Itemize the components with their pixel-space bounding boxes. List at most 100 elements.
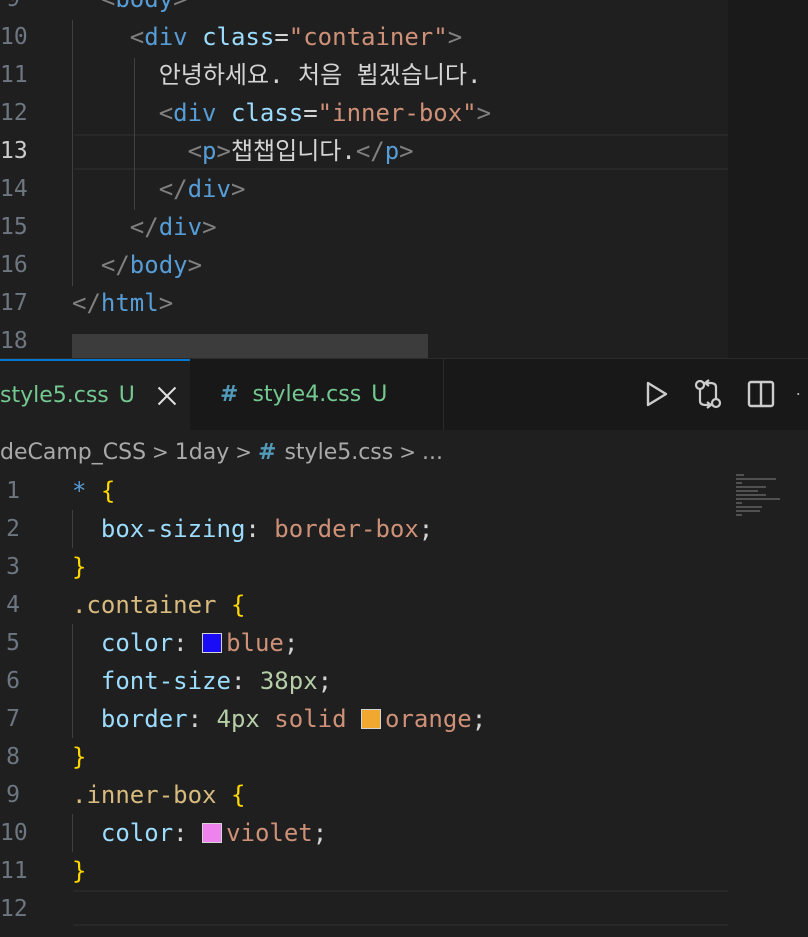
breadcrumb-folder[interactable]: 1day (175, 440, 229, 465)
chevron-right-icon: > (399, 440, 416, 464)
code-token: blue (226, 629, 284, 657)
code-token: </ (72, 213, 159, 241)
line-number: 2 (6, 516, 20, 542)
code-line[interactable]: <p>챕챕입니다.</p> (72, 132, 726, 170)
code-token: } (72, 553, 87, 581)
untracked-badge: U (118, 383, 135, 408)
code-token: { (230, 781, 246, 809)
code-token: { (230, 591, 246, 619)
chevron-right-icon: > (235, 440, 253, 464)
line-number: 13 (0, 138, 28, 164)
code-line[interactable]: </div> (72, 208, 726, 246)
color-swatch[interactable] (361, 709, 382, 729)
code-line[interactable]: <div class="container"> (72, 18, 726, 56)
code-token: </ (72, 175, 188, 203)
line-number: 12 (0, 100, 28, 126)
code-line[interactable]: box-sizing: border-box; (72, 510, 726, 548)
line-number: 16 (0, 252, 28, 278)
code-token: div (158, 213, 203, 241)
code-token: class (230, 99, 304, 127)
code-token: < (72, 99, 174, 127)
code-token: div (144, 23, 188, 51)
code-line[interactable]: </html> (72, 284, 726, 322)
line-number: 17 (0, 290, 28, 316)
breadcrumb-file[interactable]: style5.css (284, 440, 393, 465)
code-line[interactable] (72, 890, 726, 928)
breadcrumb-symbols[interactable]: ... (422, 440, 443, 465)
minimap-line (736, 478, 776, 480)
code-token: div (173, 99, 217, 127)
code-token: ; (283, 629, 299, 657)
code-line[interactable]: } (72, 548, 726, 586)
editor-tab-bar: style5.css U # style4.css U (0, 358, 808, 430)
code-line[interactable]: } (72, 738, 726, 776)
code-line[interactable]: <body> (72, 0, 726, 18)
code-token: > (187, 251, 203, 279)
color-swatch[interactable] (202, 823, 223, 843)
code-token: : (230, 667, 260, 695)
code-token: } (72, 743, 87, 771)
code-token: .container (72, 591, 231, 619)
code-line[interactable]: font-size: 38px; (72, 662, 726, 700)
code-line[interactable]: .inner-box { (72, 776, 726, 814)
code-token: body (115, 0, 173, 13)
minimap-line (736, 482, 742, 484)
code-line[interactable]: border: 4px solid orange; (72, 700, 726, 738)
code-token: = (274, 23, 289, 51)
code-token: < (72, 0, 115, 13)
html-editor-pane[interactable]: 9 <body>10 <div class="container">11 안녕하… (0, 0, 808, 358)
line-number: 6 (6, 668, 20, 694)
minimap[interactable] (728, 0, 808, 358)
code-token: > (447, 23, 463, 51)
code-line[interactable]: } (72, 852, 726, 890)
code-line[interactable]: 안녕하세요. 처음 뵙겠습니다. (72, 56, 726, 94)
line-number: 8 (6, 744, 20, 770)
more-actions-icon[interactable] (795, 377, 808, 411)
code-line[interactable]: </body> (72, 246, 726, 284)
code-token: : (245, 515, 275, 543)
line-number: 12 (0, 896, 28, 922)
code-token: p (202, 137, 217, 165)
breadcrumb-folder-root[interactable]: deCamp_CSS (0, 440, 146, 465)
tab-style4-css[interactable]: # style4.css U (190, 359, 444, 430)
code-token: </ (72, 289, 101, 317)
css-editor-pane[interactable]: 1 * {2 box-sizing: border-box; 3} 4 .contain… (0, 472, 808, 937)
line-number: 11 (0, 62, 28, 88)
code-line[interactable]: * { (72, 472, 726, 510)
untracked-badge: U (371, 382, 388, 407)
code-token: p (384, 137, 400, 165)
close-icon[interactable] (157, 386, 177, 406)
line-number: 9 (6, 782, 20, 808)
code-line[interactable]: color: violet; (72, 814, 726, 852)
code-token: body (129, 251, 188, 279)
code-token: div (187, 175, 231, 203)
code-line[interactable]: .container { (72, 586, 726, 624)
horizontal-scrollbar[interactable] (72, 334, 428, 358)
code-token: : (173, 629, 203, 657)
code-token: ; (418, 515, 434, 543)
minimap-line (736, 498, 780, 500)
line-number: 11 (0, 858, 28, 884)
code-token: font-size (72, 667, 231, 695)
line-number: 3 (6, 554, 20, 580)
minimap-line (736, 494, 766, 496)
tab-style5-css[interactable]: style5.css U (0, 359, 190, 430)
split-editor-icon[interactable] (745, 377, 777, 411)
code-line[interactable]: </div> (72, 170, 726, 208)
code-token: 4px (216, 705, 260, 733)
code-line[interactable]: color: blue; (72, 624, 726, 662)
line-number: 18 (0, 328, 28, 354)
code-token: .inner-box (72, 781, 231, 809)
code-token: > (158, 289, 174, 317)
code-token: > (202, 213, 217, 241)
play-icon[interactable] (640, 377, 672, 411)
code-token: : (173, 819, 203, 847)
compare-changes-icon[interactable] (692, 377, 724, 411)
line-number: 10 (0, 820, 28, 846)
color-swatch[interactable] (202, 633, 223, 653)
code-token: > (173, 0, 187, 13)
code-token: violet (226, 819, 313, 847)
code-token: class (202, 23, 275, 51)
code-line[interactable]: <div class="inner-box"> (72, 94, 726, 132)
